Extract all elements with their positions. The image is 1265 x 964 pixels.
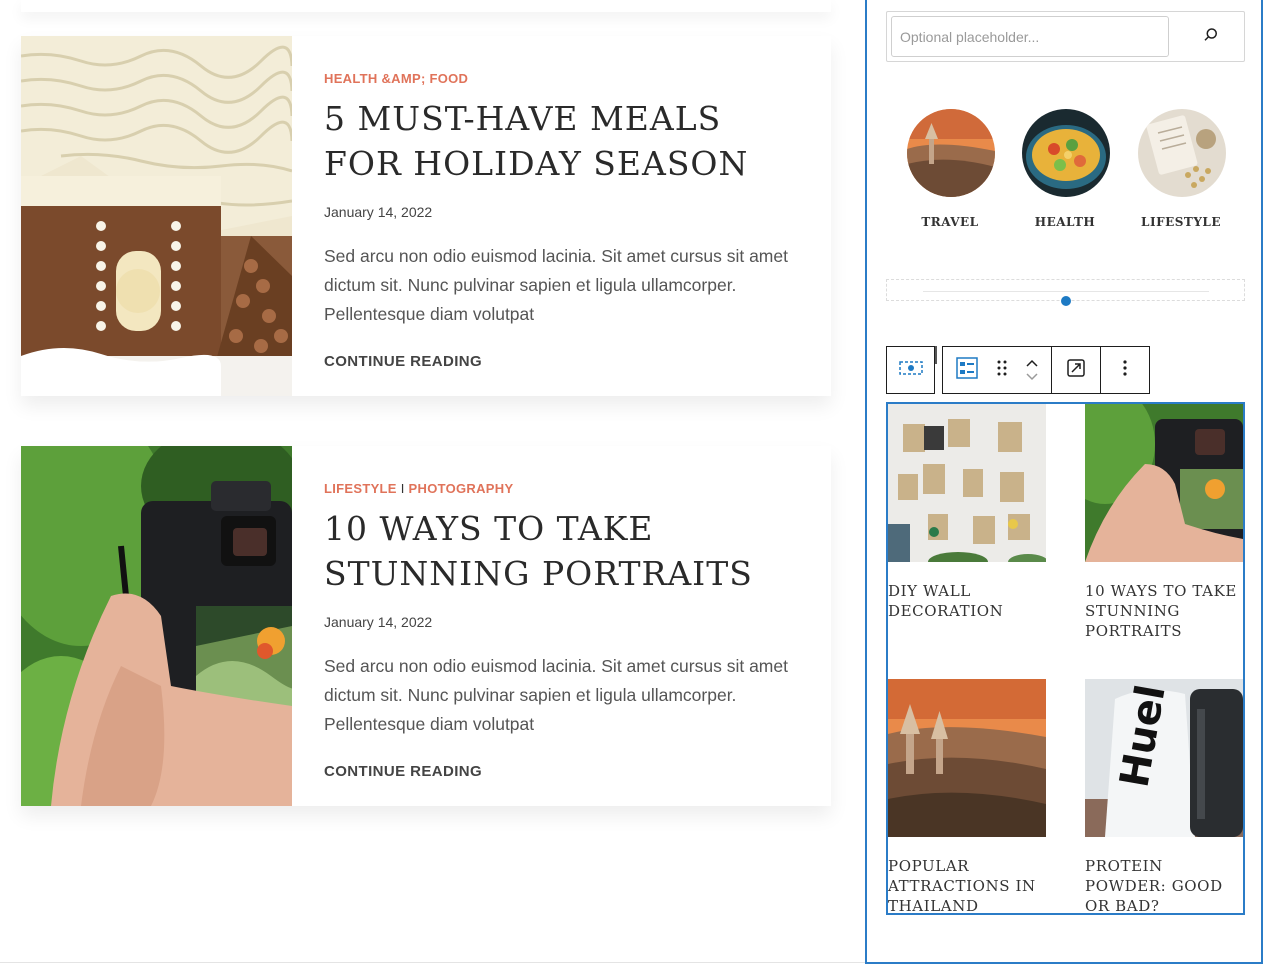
grid-post[interactable]: Huel PROTEIN POWDER: GOOD OR BAD?	[1085, 679, 1243, 913]
block-toolbar-group	[1052, 347, 1101, 393]
text-cursor	[935, 346, 937, 364]
continue-reading-link[interactable]: CONTINUE READING	[324, 763, 482, 780]
previous-post-card-edge	[21, 0, 831, 12]
block-toolbar-group	[1101, 347, 1149, 393]
carousel-dot[interactable]	[1061, 296, 1071, 306]
search-block	[886, 11, 1245, 62]
sidebar: TRAVEL HEALTH LIFESTYLE	[865, 0, 1263, 964]
category-link-photography[interactable]: PHOTOGRAPHY	[409, 481, 514, 496]
grid-post-title[interactable]: POPULAR ATTRACTIONS IN THAILAND	[888, 856, 1048, 913]
post-categories: LIFESTYLE I PHOTOGRAPHY	[324, 481, 513, 496]
category-separator: I	[400, 481, 405, 496]
grid-post-image[interactable]	[888, 679, 1046, 837]
category-label-travel[interactable]: TRAVEL	[895, 215, 1005, 229]
category-link-lifestyle[interactable]: LIFESTYLE	[324, 481, 397, 496]
post-title[interactable]: 10 WAYS TO TAKE STUNNING PORTRAITS	[324, 506, 804, 596]
post-thumbnail-camera[interactable]	[21, 446, 292, 806]
carousel-block	[886, 279, 1245, 306]
grid-post[interactable]: 10 WAYS TO TAKE STUNNING PORTRAITS	[1085, 404, 1243, 641]
list-view-icon	[956, 356, 978, 384]
category-image-health[interactable]	[1022, 109, 1110, 197]
grid-post[interactable]: POPULAR ATTRACTIONS IN THAILAND	[888, 679, 1048, 913]
transform-icon	[1067, 358, 1085, 382]
grid-post-title[interactable]: DIY WALL DECORATION	[888, 581, 1048, 621]
post-grid-block[interactable]: DIY WALL DECORATION 10 WAYS TO TAKE STUN…	[886, 402, 1245, 915]
post-title[interactable]: 5 MUST-HAVE MEALS FOR HOLIDAY SEASON	[324, 96, 804, 186]
carousel-track	[923, 291, 1209, 292]
post-category[interactable]: HEALTH &AMP; FOOD	[324, 71, 468, 86]
block-type-button[interactable]	[944, 347, 990, 393]
category-label-lifestyle[interactable]: LIFESTYLE	[1126, 215, 1236, 229]
grid-post[interactable]: DIY WALL DECORATION	[888, 404, 1048, 621]
post-card: LIFESTYLE I PHOTOGRAPHY 10 WAYS TO TAKE …	[21, 446, 831, 806]
continue-reading-link[interactable]: CONTINUE READING	[324, 353, 482, 370]
content-divider	[0, 962, 866, 963]
post-date: January 14, 2022	[324, 614, 433, 630]
category-image-travel[interactable]	[907, 109, 995, 197]
grid-post-image[interactable]: Huel	[1085, 679, 1243, 837]
search-icon	[1202, 26, 1220, 49]
category-label-health[interactable]: HEALTH	[1010, 215, 1120, 229]
move-down-icon[interactable]	[1026, 373, 1038, 381]
move-controls	[1014, 347, 1050, 393]
post-excerpt: Sed arcu non odio euismod lacinia. Sit a…	[324, 246, 788, 324]
grid-post-title[interactable]: 10 WAYS TO TAKE STUNNING PORTRAITS	[1085, 581, 1243, 641]
drag-handle-icon	[997, 360, 1007, 381]
category-image-lifestyle[interactable]	[1138, 109, 1226, 197]
post-card: HEALTH &AMP; FOOD 5 MUST-HAVE MEALS FOR …	[21, 36, 831, 396]
post-excerpt: Sed arcu non odio euismod lacinia. Sit a…	[324, 656, 788, 734]
move-up-icon[interactable]	[1026, 359, 1038, 367]
transform-button[interactable]	[1052, 347, 1100, 393]
post-date: January 14, 2022	[324, 204, 433, 220]
block-toolbar	[942, 346, 1150, 394]
grid-post-title[interactable]: PROTEIN POWDER: GOOD OR BAD?	[1085, 856, 1243, 913]
more-options-icon	[1123, 359, 1127, 381]
more-options-button[interactable]	[1101, 347, 1149, 393]
grid-post-image[interactable]	[1085, 404, 1243, 562]
select-parent-block-button[interactable]	[886, 346, 935, 394]
search-input[interactable]	[891, 16, 1169, 57]
post-thumbnail-gingerbread-house[interactable]	[21, 36, 292, 396]
block-toolbar-group	[943, 347, 1052, 393]
drag-handle[interactable]	[990, 347, 1014, 393]
block-select-icon	[898, 360, 923, 380]
grid-post-image[interactable]	[888, 404, 1046, 562]
search-button[interactable]	[1182, 18, 1240, 56]
